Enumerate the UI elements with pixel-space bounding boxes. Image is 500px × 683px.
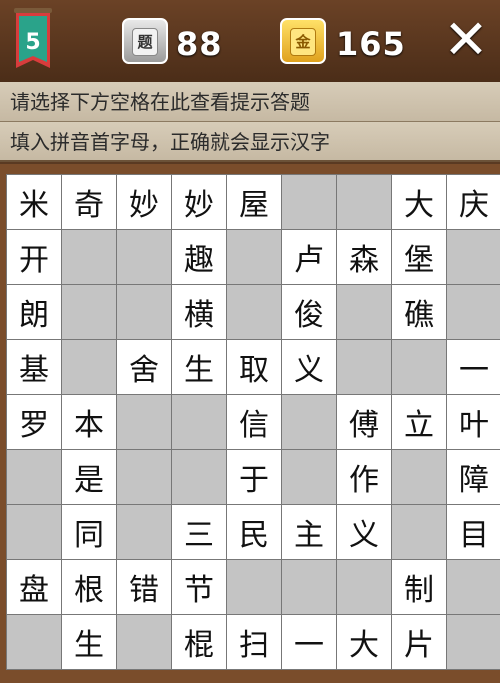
- grid-cell[interactable]: 盘: [7, 560, 61, 614]
- grid-cell-empty[interactable]: [62, 340, 116, 394]
- grid-cell[interactable]: 屋: [227, 175, 281, 229]
- grid-cell-empty[interactable]: [282, 395, 336, 449]
- gold-badge-icon[interactable]: 金: [280, 18, 326, 64]
- grid-cell[interactable]: 生: [172, 340, 226, 394]
- grid-cell[interactable]: 森: [337, 230, 391, 284]
- grid-cell-empty[interactable]: [282, 560, 336, 614]
- grid-cell-empty[interactable]: [282, 450, 336, 504]
- grid-cell[interactable]: 叶: [447, 395, 500, 449]
- grid-cell-empty[interactable]: [447, 560, 500, 614]
- grid-cell[interactable]: 棍: [172, 615, 226, 669]
- grid-cell-empty[interactable]: [447, 285, 500, 339]
- grid-cell[interactable]: 奇: [62, 175, 116, 229]
- grid-cell[interactable]: 妙: [172, 175, 226, 229]
- grid-cell-empty[interactable]: [62, 230, 116, 284]
- grid-cell[interactable]: 米: [7, 175, 61, 229]
- close-button[interactable]: ✕: [438, 12, 494, 70]
- grid-cell[interactable]: 义: [282, 340, 336, 394]
- hint-line-2: 填入拼音首字母，正确就会显示汉字: [0, 122, 500, 162]
- grid-cell-empty[interactable]: [117, 285, 171, 339]
- grid-cell[interactable]: 主: [282, 505, 336, 559]
- grid-cell[interactable]: 根: [62, 560, 116, 614]
- grid-cell-empty[interactable]: [62, 285, 116, 339]
- grid-cell[interactable]: 错: [117, 560, 171, 614]
- grid-cell-empty[interactable]: [7, 505, 61, 559]
- grid-cell-empty[interactable]: [117, 505, 171, 559]
- grid-cell[interactable]: 目: [447, 505, 500, 559]
- grid-cell[interactable]: 妙: [117, 175, 171, 229]
- grid-cell[interactable]: 作: [337, 450, 391, 504]
- grid-cell[interactable]: 堡: [392, 230, 446, 284]
- hint-line-1: 请选择下方空格在此查看提示答题: [0, 82, 500, 122]
- grid-cell[interactable]: 生: [62, 615, 116, 669]
- hint-count: 88: [176, 25, 223, 63]
- grid-cell[interactable]: 大: [392, 175, 446, 229]
- grid-cell-empty[interactable]: [7, 615, 61, 669]
- grid-cell[interactable]: 横: [172, 285, 226, 339]
- grid-cell-empty[interactable]: [337, 285, 391, 339]
- top-bar: 5 题 88 金 165 ✕: [0, 0, 500, 82]
- grid-cell[interactable]: 信: [227, 395, 281, 449]
- grid-cell[interactable]: 三: [172, 505, 226, 559]
- grid-cell[interactable]: 一: [447, 340, 500, 394]
- grid-cell-empty[interactable]: [227, 560, 281, 614]
- grid-cell-empty[interactable]: [337, 340, 391, 394]
- grid-cell[interactable]: 趣: [172, 230, 226, 284]
- grid-cell[interactable]: 罗: [7, 395, 61, 449]
- grid-cell-empty[interactable]: [227, 285, 281, 339]
- grid-cell[interactable]: 一: [282, 615, 336, 669]
- grid-cell[interactable]: 舍: [117, 340, 171, 394]
- grid-cell[interactable]: 取: [227, 340, 281, 394]
- grid-cell[interactable]: 俊: [282, 285, 336, 339]
- grid-cell[interactable]: 同: [62, 505, 116, 559]
- grid-cell[interactable]: 基: [7, 340, 61, 394]
- grid-cell-empty[interactable]: [117, 395, 171, 449]
- grid-cell[interactable]: 礁: [392, 285, 446, 339]
- grid-cell[interactable]: 民: [227, 505, 281, 559]
- grid-cell-empty[interactable]: [447, 615, 500, 669]
- grid-cell[interactable]: 开: [7, 230, 61, 284]
- grid-cell[interactable]: 扫: [227, 615, 281, 669]
- grid-cell[interactable]: 傅: [337, 395, 391, 449]
- grid-cell-empty[interactable]: [117, 230, 171, 284]
- grid-cell-empty[interactable]: [337, 560, 391, 614]
- grid-cell-empty[interactable]: [172, 450, 226, 504]
- crossword-grid: 米奇妙妙屋大庆开趣卢森堡朗横俊礁基舍生取义一罗本信傅立叶是于作障同三民主义目盘根…: [6, 174, 500, 670]
- puzzle-board: 米奇妙妙屋大庆开趣卢森堡朗横俊礁基舍生取义一罗本信傅立叶是于作障同三民主义目盘根…: [0, 164, 500, 683]
- grid-cell-empty[interactable]: [282, 175, 336, 229]
- grid-cell-empty[interactable]: [117, 450, 171, 504]
- grid-cell-empty[interactable]: [172, 395, 226, 449]
- grid-cell[interactable]: 大: [337, 615, 391, 669]
- grid-cell-empty[interactable]: [227, 230, 281, 284]
- grid-cell[interactable]: 节: [172, 560, 226, 614]
- grid-cell[interactable]: 朗: [7, 285, 61, 339]
- grid-cell-empty[interactable]: [337, 175, 391, 229]
- grid-cell[interactable]: 片: [392, 615, 446, 669]
- grid-cell[interactable]: 庆: [447, 175, 500, 229]
- grid-cell[interactable]: 障: [447, 450, 500, 504]
- grid-cell-empty[interactable]: [392, 450, 446, 504]
- grid-cell-empty[interactable]: [392, 340, 446, 394]
- grid-cell[interactable]: 制: [392, 560, 446, 614]
- grid-cell-empty[interactable]: [447, 230, 500, 284]
- level-number: 5: [25, 30, 41, 55]
- grid-cell-empty[interactable]: [7, 450, 61, 504]
- grid-cell[interactable]: 是: [62, 450, 116, 504]
- grid-cell-empty[interactable]: [392, 505, 446, 559]
- grid-cell[interactable]: 卢: [282, 230, 336, 284]
- gold-count: 165: [336, 25, 406, 63]
- grid-cell[interactable]: 于: [227, 450, 281, 504]
- grid-cell-empty[interactable]: [117, 615, 171, 669]
- grid-cell[interactable]: 本: [62, 395, 116, 449]
- grid-cell[interactable]: 义: [337, 505, 391, 559]
- grid-cell[interactable]: 立: [392, 395, 446, 449]
- hint-badge-icon[interactable]: 题: [122, 18, 168, 64]
